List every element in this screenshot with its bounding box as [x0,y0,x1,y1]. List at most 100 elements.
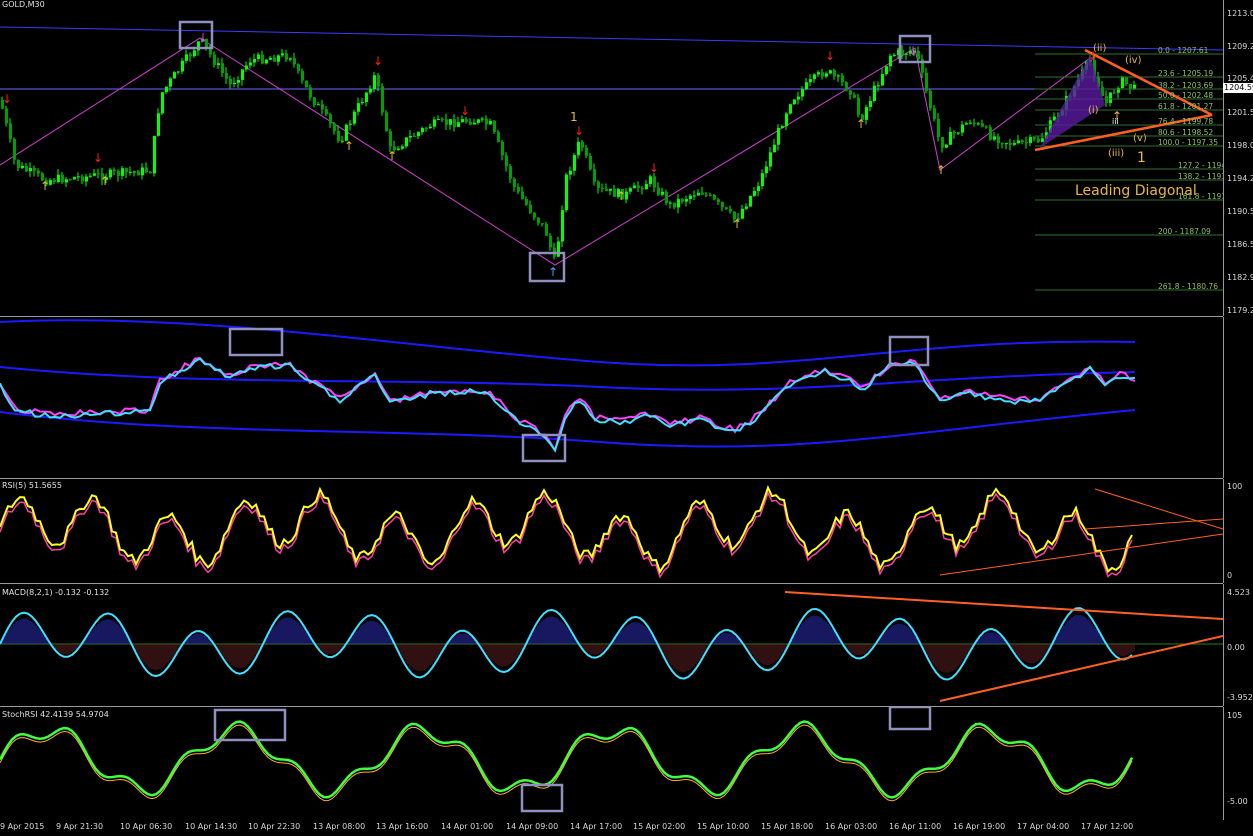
bands-axis [1223,317,1253,478]
time-axis-label: 14 Apr 17:00 [570,822,623,831]
candle-body [765,166,768,174]
candle-body [1109,92,1112,103]
candle-body [537,217,540,224]
candle-body [661,191,664,195]
candle-body [85,176,88,182]
candle-body [605,188,608,191]
price-tick: 1182.9 [1227,273,1253,282]
candle-body [145,167,148,173]
candle-body [773,144,776,153]
candle-body [789,104,792,114]
candle-body [533,212,536,218]
stochrsi-pane[interactable]: StochRSI 42.4139 54.9704 [0,707,1223,820]
price-chart-pane[interactable]: ↓ ↓ ↓ ↓ ↓ ↓ ↓ ↓ ↑ ↑ ↑ ↑ ↑ ↑ ↑ ↑ ↑ ↓ ↓ ↑ GOLD,M30 Leading Di… [0,0,1238,317]
price-tick: 1209.2 [1227,42,1253,51]
candle-body [585,147,588,156]
price-axis[interactable]: 1213.0 1209.2 1205.4 1201.5 1198.0 1194.… [1223,0,1253,316]
wave-label-iv: (iv) [1125,55,1142,66]
candle-body [985,126,988,128]
down-arrow-icon: ↓ [373,54,383,68]
macd-canvas [0,591,1223,702]
candle-body [489,120,492,125]
candle-body [713,195,716,200]
candle-body [281,53,284,56]
time-axis-label: 10 Apr 22:30 [248,822,301,831]
candle-body [653,176,656,188]
candle-body [57,174,60,182]
candle-body [173,72,176,79]
candle-body [481,118,484,120]
candle-body [1013,143,1016,145]
candle-body [1125,77,1128,85]
time-axis-label: 9 Apr 21:30 [56,822,104,831]
candle-body [501,141,504,156]
bands-canvas [0,319,1136,463]
candle-body [133,171,136,173]
candle-body [229,78,232,85]
candle-body [337,130,340,141]
up-arrow-icon: ↑ [40,179,50,193]
rsi-signal-line [0,490,1133,579]
highlight-box [528,251,566,283]
time-axis-label: 9 Apr 2015 [0,822,45,831]
candle-body [457,122,460,127]
candle-body [1129,84,1132,89]
candle-body [685,199,688,202]
candle-body [389,131,392,147]
candle-body [677,199,680,208]
rsi-pane[interactable]: RSI(5) 51.5655 [0,479,1223,584]
candle-body [317,104,320,106]
time-axis-label: 10 Apr 14:30 [185,822,238,831]
candle-body [965,123,968,125]
bands-indicator-pane[interactable] [0,317,1223,479]
candle-body [761,173,764,187]
candle-body [465,119,468,122]
candle-body [769,152,772,167]
candle-body [269,57,272,60]
rsi-trendline [1094,488,1223,530]
candle-body [65,179,68,183]
fib-level-label: 76.4 - 1199.78 [1158,117,1214,126]
candle-body [701,192,704,195]
candle-body [1001,143,1004,145]
candle-body [497,131,500,142]
rsi-tick: 0 [1227,571,1233,580]
candle-body [253,58,256,63]
candle-body [649,176,652,185]
macd-pane[interactable]: MACD(8,2,1) -0.132 -0.132 [0,584,1223,707]
candle-body [809,79,812,83]
candle-body [669,202,672,204]
time-axis[interactable]: 9 Apr 2015 9 Apr 21:30 10 Apr 06:30 10 Apr … [0,820,1223,836]
candle-body [877,85,880,87]
wave-label-ii: (ii) [1093,43,1107,54]
time-axis-label: 17 Apr 12:00 [1081,822,1134,831]
candle-body [441,119,444,121]
candle-body [141,167,144,176]
candle-body [949,131,952,145]
candle-body [929,90,932,109]
candle-body [425,128,428,130]
candle-body [901,49,904,55]
candle-body [325,109,328,115]
price-tick: 1186.5 [1227,240,1253,249]
time-axis-label: 16 Apr 11:00 [889,822,942,831]
candle-body [541,223,544,225]
candle-body [1009,143,1012,145]
candle-body [925,72,928,91]
macd-trendline-upper [784,591,1223,620]
candle-body [829,70,832,74]
candle-body [69,179,72,181]
candle-body [37,170,40,174]
macd-tick: 4.523 [1227,588,1250,597]
candle-body [421,128,424,133]
candle-body [841,75,844,83]
fib-level-label: 100.0 - 1197.35 [1158,138,1218,147]
time-axis-label: 14 Apr 01:00 [441,822,494,831]
candle-body [969,122,972,124]
candle-body [581,142,584,148]
up-arrow-icon: ↑ [387,149,397,163]
candle-body [837,75,840,77]
candle-body [941,137,944,148]
candle-body [1121,77,1124,88]
candle-body [433,119,436,127]
